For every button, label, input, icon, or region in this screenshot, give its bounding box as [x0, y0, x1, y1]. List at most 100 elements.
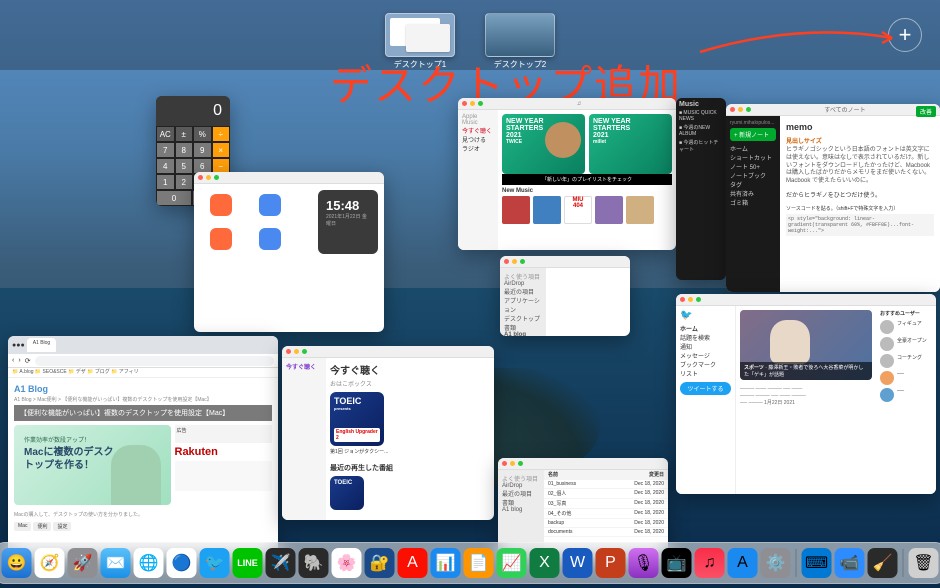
browser-tab[interactable]: A1 Blog: [27, 338, 57, 352]
calc-0[interactable]: 0: [156, 190, 192, 206]
tweet[interactable]: ──── ─── ──── ── ─────── ──── ── ─── ───…: [740, 386, 872, 407]
calc-mul[interactable]: ×: [212, 142, 231, 158]
music-hero-1[interactable]: NEW YEARSTARTERS2021 TWICE: [502, 114, 585, 174]
finder-sb-item[interactable]: アプリケーション: [504, 296, 542, 314]
forward-icon[interactable]: ›: [18, 357, 20, 364]
evernote-sb-item[interactable]: タグ: [730, 180, 776, 189]
desktop-thumb-1[interactable]: デスクトップ1: [385, 13, 455, 57]
twitter-user[interactable]: フィギュア: [880, 320, 932, 334]
calc-4[interactable]: 4: [156, 158, 175, 174]
back-icon[interactable]: ‹: [12, 357, 14, 364]
album-tile[interactable]: [626, 196, 654, 224]
twitter-user[interactable]: ──: [880, 371, 932, 385]
twitter-sb-item[interactable]: 通知: [680, 342, 731, 351]
dock-finder[interactable]: 😀: [2, 548, 32, 578]
album-tile[interactable]: MIU404: [564, 196, 592, 224]
evernote-sb-item[interactable]: ノートブック: [730, 171, 776, 180]
music-hero-2[interactable]: NEW YEARSTARTERS2021 millet: [589, 114, 672, 174]
calc-div[interactable]: ÷: [212, 126, 231, 142]
twitter-user[interactable]: ──: [880, 388, 932, 402]
evernote-sb-item[interactable]: ゴミ箱: [730, 198, 776, 207]
dock-chrome[interactable]: 🔵: [167, 548, 197, 578]
evernote-new-note-button[interactable]: + 新規ノート: [730, 128, 776, 141]
dock-trash[interactable]: 🗑: [909, 548, 939, 578]
dock-launchpad[interactable]: 🚀: [68, 548, 98, 578]
calc-8[interactable]: 8: [175, 142, 194, 158]
calc-percent[interactable]: %: [193, 126, 212, 142]
calc-9[interactable]: 9: [193, 142, 212, 158]
dock-appstore[interactable]: A: [728, 548, 758, 578]
calc-7[interactable]: 7: [156, 142, 175, 158]
twitter-sb-item[interactable]: メッセージ: [680, 351, 731, 360]
dock-cleanmymac[interactable]: 🧹: [868, 548, 898, 578]
list-item[interactable]: 02_個人Dec 18, 2020: [544, 489, 668, 499]
ad-slot[interactable]: 広告: [175, 425, 273, 443]
quick-button-1[interactable]: [210, 194, 232, 216]
album-tile[interactable]: [533, 196, 561, 224]
podcasts-window[interactable]: 今すぐ聴く 今すぐ聴く おはこボックス TOEIC presents Engli…: [282, 346, 494, 520]
twitter-sb-item[interactable]: ブックマーク: [680, 360, 731, 369]
dock-acrobat[interactable]: A: [398, 548, 428, 578]
list-item[interactable]: 03_写真Dec 18, 2020: [544, 499, 668, 509]
finder-sb-item[interactable]: A1 blog: [504, 332, 542, 336]
dock-podcast[interactable]: 🎙: [629, 548, 659, 578]
quick-button-4[interactable]: [259, 228, 281, 250]
music-sb-item[interactable]: 今すぐ聴く: [462, 126, 494, 135]
finder-sb-item[interactable]: 最近の項目: [502, 489, 540, 498]
music-window[interactable]: ♫ Apple Music 今すぐ聴く 見つける ラジオ NEW YEARSTA…: [458, 98, 676, 250]
evernote-body[interactable]: ヒラギノゴシックという日本語のフォントは英文字には使えない。意味はなしで表示され…: [786, 147, 934, 186]
music-right-item[interactable]: 今週のヒットチャート: [679, 140, 718, 153]
dock-zoom[interactable]: 📹: [835, 548, 865, 578]
evernote-upgrade-badge[interactable]: 改善: [916, 106, 936, 117]
calc-ac[interactable]: AC: [156, 126, 175, 142]
dock-tv[interactable]: 📺: [662, 548, 692, 578]
list-item[interactable]: 01_businessDec 18, 2020: [544, 480, 668, 489]
dock-line[interactable]: LINE: [233, 548, 263, 578]
tag[interactable]: 設定: [53, 522, 71, 531]
dock-numbers[interactable]: 📈: [497, 548, 527, 578]
tag[interactable]: 便利: [33, 522, 51, 531]
evernote-note-title[interactable]: memo: [786, 122, 934, 132]
dock-music[interactable]: ♫: [695, 548, 725, 578]
site-title[interactable]: A1 Blog: [14, 384, 272, 394]
finder-sb-item[interactable]: 最近の項目: [504, 287, 542, 296]
evernote-window[interactable]: すべてのノート 改善 ryumi.mihalopulos... + 新規ノート …: [726, 104, 940, 292]
twitter-sb-item[interactable]: リスト: [680, 369, 731, 378]
twitter-logo-icon[interactable]: 🐦: [680, 310, 731, 321]
dock-word[interactable]: W: [563, 548, 593, 578]
dock-edge[interactable]: 🌐: [134, 548, 164, 578]
tweet-button[interactable]: ツイートする: [680, 382, 731, 395]
album-tile[interactable]: [595, 196, 623, 224]
browser-window[interactable]: ●●● A1 Blog ‹ › ⟳ 📁 A.blog 📁 SEO&SCE 📁 デ…: [8, 336, 278, 558]
finder-col[interactable]: 名前: [548, 471, 649, 478]
evernote-sb-item[interactable]: ノート 50+: [730, 162, 776, 171]
twitter-sb-item[interactable]: ホーム: [680, 324, 731, 333]
dock-excel[interactable]: X: [530, 548, 560, 578]
list-item[interactable]: backupDec 18, 2020: [544, 519, 668, 528]
calc-2[interactable]: 2: [175, 174, 194, 190]
finder-sb-item[interactable]: デスクトップ: [504, 314, 542, 323]
dock-photos[interactable]: 🌸: [332, 548, 362, 578]
dock-system-prefs[interactable]: ⚙️: [761, 548, 791, 578]
dock-evernote[interactable]: 🐘: [299, 548, 329, 578]
list-item[interactable]: 04_その他Dec 18, 2020: [544, 509, 668, 519]
dock-spark[interactable]: ✈️: [266, 548, 296, 578]
music-sb-item[interactable]: ラジオ: [462, 144, 494, 153]
calc-1[interactable]: 1: [156, 174, 175, 190]
quick-button-2[interactable]: [259, 194, 281, 216]
url-input[interactable]: [35, 356, 274, 366]
twitter-window[interactable]: 🐦 ホーム 話題を検索 通知 メッセージ ブックマーク リスト ツイートする ス…: [676, 294, 936, 494]
finder-window-1[interactable]: よく使う項目 AirDrop 最近の項目 アプリケーション デスクトップ 書類 …: [500, 256, 630, 336]
podcast-tile-small[interactable]: TOEIC: [330, 476, 364, 510]
finder-content[interactable]: [546, 268, 630, 336]
music-sb-item[interactable]: 見つける: [462, 135, 494, 144]
evernote-account[interactable]: ryumi.mihalopulos...: [730, 120, 776, 126]
reload-icon[interactable]: ⟳: [25, 357, 31, 365]
evernote-code[interactable]: <p style="background: linear-gradient(tr…: [786, 214, 934, 236]
twitter-hero-photo[interactable]: スポーツ · 藤澤新王・敗者で後ろへ大谷香菜が明かした「ゲキ」が話題: [740, 310, 872, 380]
album-tile[interactable]: [502, 196, 530, 224]
twitter-user[interactable]: 全豪オープン: [880, 337, 932, 351]
tag[interactable]: Mac: [14, 522, 31, 531]
podcast-sb-item[interactable]: 今すぐ聴く: [286, 362, 322, 371]
evernote-sb-item[interactable]: ショートカット: [730, 153, 776, 162]
